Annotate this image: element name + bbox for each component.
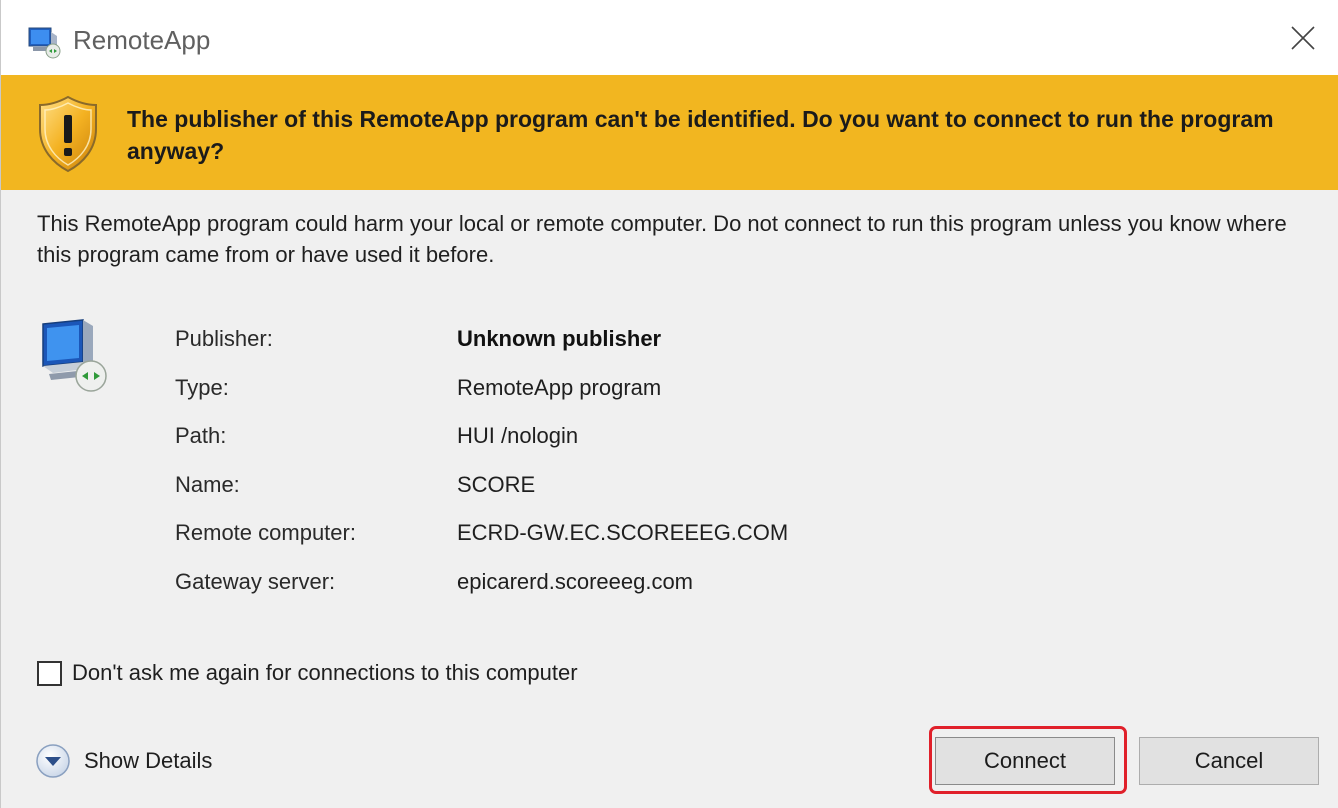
type-value: RemoteApp program (457, 374, 662, 400)
close-icon (1291, 25, 1315, 50)
warning-shield-icon (39, 95, 97, 173)
remote-computer-icon (42, 319, 107, 392)
show-details-toggle[interactable]: Show Details (34, 742, 212, 780)
connect-button[interactable]: Connect (935, 737, 1115, 785)
dont-ask-again-option[interactable]: Don't ask me again for connections to th… (37, 660, 578, 686)
title-bar: RemoteApp (1, 0, 1338, 75)
remote-computer-label: Remote computer: (175, 520, 356, 546)
name-value: SCORE (457, 471, 536, 497)
banner-message: The publisher of this RemoteApp program … (127, 106, 1274, 164)
remote-computer-value: ECRD-GW.EC.SCOREEEG.COM (457, 520, 789, 546)
window-title: RemoteApp (73, 25, 211, 55)
close-button[interactable] (1268, 0, 1338, 75)
cancel-button[interactable]: Cancel (1139, 737, 1319, 785)
dont-ask-again-checkbox[interactable] (37, 660, 62, 686)
show-details-label[interactable]: Show Details (84, 748, 212, 774)
type-label: Type: (175, 374, 229, 400)
publisher-value: Unknown publisher (457, 326, 662, 351)
warning-description: This RemoteApp program could harm your l… (37, 211, 1287, 267)
path-value: HUI /nologin (457, 423, 579, 449)
remoteapp-icon (28, 27, 61, 59)
name-label: Name: (175, 471, 240, 497)
publisher-label: Publisher: (175, 326, 273, 351)
warning-banner: The publisher of this RemoteApp program … (1, 75, 1338, 190)
dont-ask-again-label[interactable]: Don't ask me again for connections to th… (72, 660, 578, 686)
gateway-server-value: epicarerd.scoreeeg.com (457, 568, 694, 594)
path-label: Path: (175, 423, 227, 449)
chevron-down-circle-icon[interactable] (34, 742, 72, 780)
gateway-server-label: Gateway server: (175, 568, 336, 594)
remoteapp-dialog: RemoteApp The publisher of this RemoteAp… (0, 0, 1338, 808)
